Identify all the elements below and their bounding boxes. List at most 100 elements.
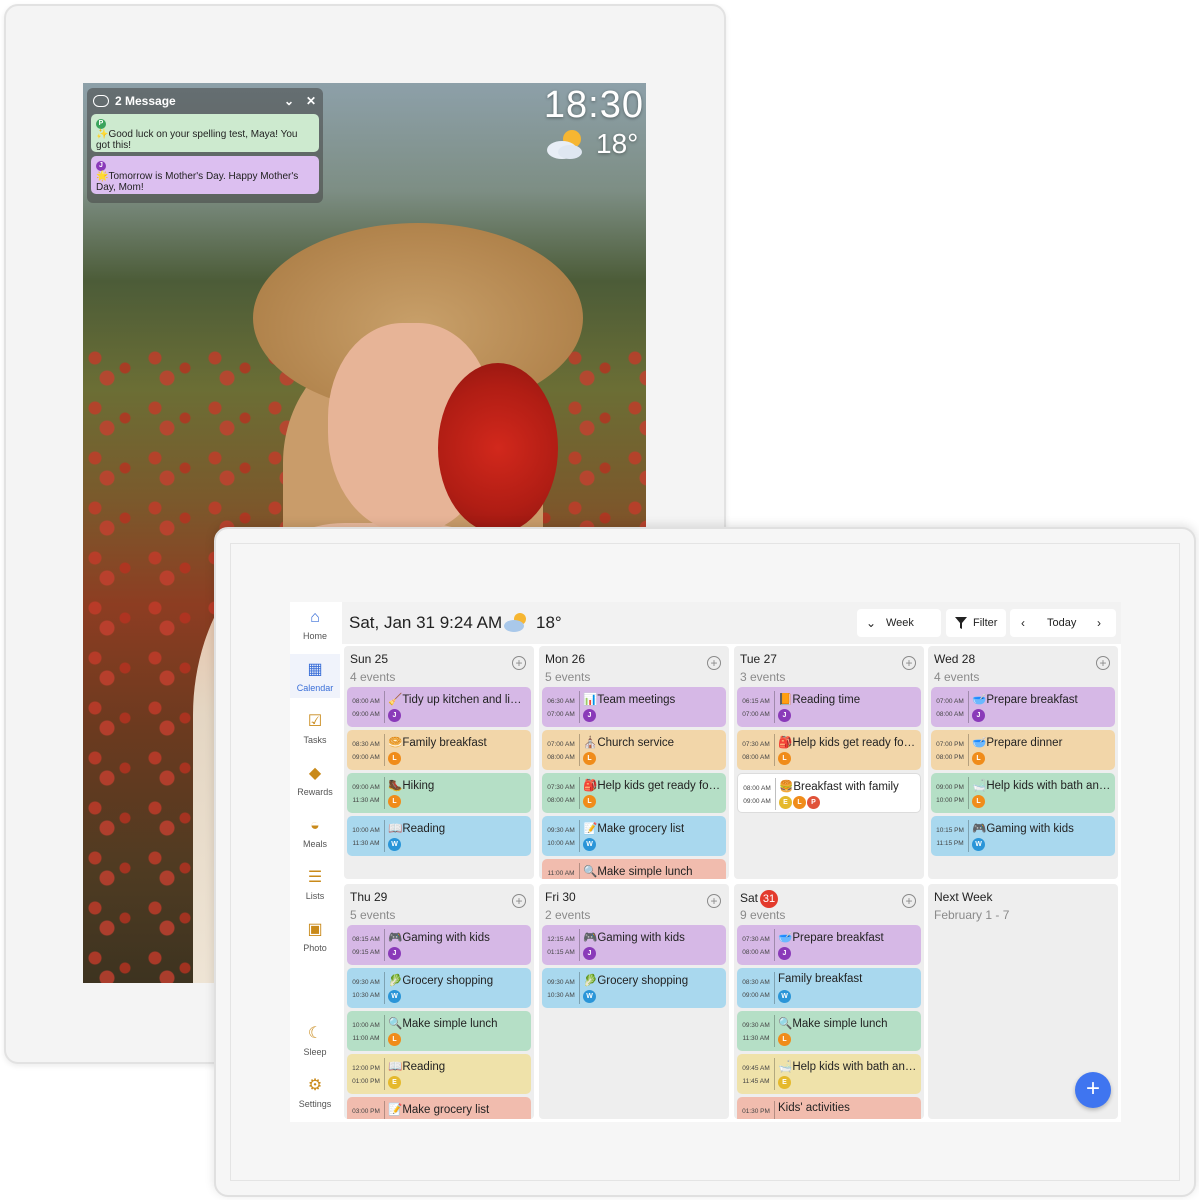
sidebar-item-settings[interactable]: ⚙ Settings	[290, 1070, 340, 1114]
avatar: L	[778, 1033, 791, 1046]
event-emoji-icon: 📝	[388, 1104, 403, 1116]
filter-label: Filter	[973, 617, 998, 629]
event-times: 07:30 AM 08:00 AM	[739, 738, 773, 764]
avatar: W	[583, 838, 596, 851]
sidebar-item-tasks[interactable]: ☑ Tasks	[290, 706, 340, 750]
event-card[interactable]: 01:30 PM Kids' activities	[737, 1097, 921, 1119]
view-select[interactable]: ⌄ Week	[857, 609, 941, 637]
event-card[interactable]: 09:45 AM 11:45 AM 🛁Help kids with bath and…	[737, 1054, 921, 1094]
event-card[interactable]: 07:00 PM 08:00 PM 🥣Prepare dinner L	[931, 730, 1115, 770]
sidebar-item-calendar[interactable]: ▦ Calendar	[290, 654, 340, 698]
sidebar-item-label: Rewards	[297, 787, 333, 797]
event-card[interactable]: 07:00 AM 08:00 AM 🥣Prepare breakfast J	[931, 687, 1115, 727]
event-title: 📝Make grocery list	[388, 1102, 527, 1116]
chevron-right-icon[interactable]: ›	[1097, 609, 1101, 637]
event-start: 10:15 PM	[936, 827, 964, 834]
avatar: W	[972, 838, 985, 851]
event-times: 07:30 AM 08:00 AM	[739, 933, 773, 959]
event-avatars: L	[972, 752, 986, 765]
event-card[interactable]: 06:30 AM 07:00 AM 📊Team meetings J	[542, 687, 726, 727]
event-card[interactable]: 07:30 AM 08:00 AM 🎒Help kids get ready for…	[542, 773, 726, 813]
event-avatars: J	[778, 947, 792, 960]
add-event-icon[interactable]: +	[707, 894, 721, 908]
chevron-down-icon[interactable]: ⌄	[281, 94, 297, 108]
event-end: 09:15 AM	[352, 949, 380, 956]
event-title-text: Help kids with bath and ...	[986, 780, 1111, 792]
event-title: 🛁Help kids with bath and ...	[972, 778, 1111, 792]
avatar: J	[388, 947, 401, 960]
event-card[interactable]: 09:30 AM 10:30 AM 🥬Grocery shopping W	[542, 968, 726, 1008]
partly-cloudy-icon	[504, 613, 526, 632]
event-start: 08:30 AM	[352, 741, 380, 748]
add-event-icon[interactable]: +	[707, 656, 721, 670]
event-card[interactable]: 10:00 AM 11:00 AM 🔍Make simple lunch L	[347, 1011, 531, 1051]
event-emoji-icon: 🍔	[779, 781, 794, 793]
event-end: 07:00 AM	[547, 711, 575, 718]
today-button[interactable]: Today	[1047, 609, 1076, 637]
event-card[interactable]: 09:30 AM 10:30 AM 🥬Grocery shopping W	[347, 968, 531, 1008]
time-divider	[384, 972, 385, 1004]
add-event-icon[interactable]: +	[512, 894, 526, 908]
event-card[interactable]: 09:00 PM 10:00 PM 🛁Help kids with bath and…	[931, 773, 1115, 813]
add-event-button[interactable]: +	[1075, 1072, 1111, 1108]
event-emoji-icon: 🎮	[388, 932, 403, 944]
event-times: 09:30 AM 10:30 AM	[544, 976, 578, 1002]
sidebar-item-photo[interactable]: ▣ Photo	[290, 914, 340, 958]
add-event-icon[interactable]: +	[902, 656, 916, 670]
day-column: Sat 31 9 events +07:30 AM 08:00 AM 🥣Prepare b…	[734, 884, 924, 1119]
filter-button[interactable]: Filter	[946, 609, 1006, 637]
event-card[interactable]: 11:00 AM 🔍Make simple lunch	[542, 859, 726, 879]
event-card[interactable]: 10:15 PM 11:15 PM 🎮Gaming with kids W	[931, 816, 1115, 856]
close-icon[interactable]: ✕	[303, 94, 319, 108]
event-avatars: J	[388, 709, 402, 722]
event-start: 06:30 AM	[547, 698, 575, 705]
avatar: L	[583, 795, 596, 808]
sidebar-item-label: Calendar	[296, 683, 334, 693]
message-card[interactable]: P ✨Good luck on your spelling test, Maya!…	[91, 114, 319, 152]
event-card[interactable]: 08:00 AM 09:00 AM 🍔Breakfast with family E L…	[737, 773, 921, 813]
time-divider	[579, 691, 580, 723]
add-event-icon[interactable]: +	[512, 656, 526, 670]
event-title-text: Tidy up kitchen and livi...	[402, 694, 527, 706]
event-end: 01:00 PM	[352, 1078, 380, 1085]
event-start: 10:00 AM	[352, 827, 380, 834]
add-event-icon[interactable]: +	[1096, 656, 1110, 670]
event-emoji-icon: 🔍	[583, 866, 598, 878]
sidebar-item-sleep[interactable]: ☾ Sleep	[290, 1018, 340, 1062]
event-emoji-icon: 🥯	[388, 737, 403, 749]
sidebar-item-rewards[interactable]: ◆ Rewards	[290, 758, 340, 802]
event-card[interactable]: 10:00 AM 11:30 AM 📖Reading W	[347, 816, 531, 856]
event-emoji-icon: 📙	[778, 694, 793, 706]
sidebar-item-lists[interactable]: ☰ Lists	[290, 862, 340, 906]
time-divider	[579, 863, 580, 879]
event-card[interactable]: 09:30 AM 10:00 AM 📝Make grocery list W	[542, 816, 726, 856]
event-card[interactable]: 08:30 AM 09:00 AM Family breakfast W	[737, 968, 921, 1008]
sidebar-item-meals[interactable]: ◒ Meals	[290, 810, 340, 854]
time-divider	[384, 1058, 385, 1090]
filter-icon	[955, 617, 967, 629]
event-card[interactable]: 03:00 PM 📝Make grocery list	[347, 1097, 531, 1119]
event-end: 08:00 AM	[547, 797, 575, 804]
event-card[interactable]: 08:15 AM 09:15 AM 🎮Gaming with kids J	[347, 925, 531, 965]
event-card[interactable]: 06:15 AM 07:00 AM 📙Reading time J	[737, 687, 921, 727]
message-card[interactable]: J 🌟Tomorrow is Mother's Day. Happy Mother…	[91, 156, 319, 194]
event-end: 09:00 AM	[352, 711, 380, 718]
event-avatars: J	[972, 709, 986, 722]
event-card[interactable]: 12:15 AM 01:15 AM 🎮Gaming with kids J	[542, 925, 726, 965]
event-start: 09:30 AM	[547, 979, 575, 986]
event-title-text: Reading	[402, 1061, 446, 1073]
event-card[interactable]: 12:00 PM 01:00 PM 📖Reading E	[347, 1054, 531, 1094]
event-avatars: E	[388, 1076, 402, 1089]
sidebar-item-home[interactable]: ⌂ Home	[290, 602, 340, 646]
day-name: Sun 25	[350, 652, 388, 666]
event-card[interactable]: 09:30 AM 11:30 AM 🔍Make simple lunch L	[737, 1011, 921, 1051]
event-card[interactable]: 07:30 AM 08:00 AM 🥣Prepare breakfast J	[737, 925, 921, 965]
event-card[interactable]: 07:30 AM 08:00 AM 🎒Help kids get ready for…	[737, 730, 921, 770]
chevron-left-icon[interactable]: ‹	[1021, 609, 1025, 637]
event-card[interactable]: 08:00 AM 09:00 AM 🧹Tidy up kitchen and liv…	[347, 687, 531, 727]
event-card[interactable]: 09:00 AM 11:30 AM 🥾Hiking L	[347, 773, 531, 813]
event-card[interactable]: 08:30 AM 09:00 AM 🥯Family breakfast L	[347, 730, 531, 770]
event-emoji-icon: 🥬	[388, 975, 403, 987]
add-event-icon[interactable]: +	[902, 894, 916, 908]
event-card[interactable]: 07:00 AM 08:00 AM ⛪Church service L	[542, 730, 726, 770]
